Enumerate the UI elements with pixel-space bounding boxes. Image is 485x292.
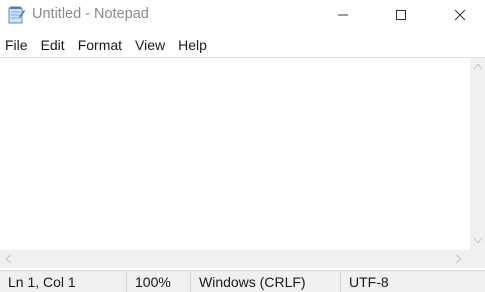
minimize-button[interactable]	[320, 0, 366, 30]
menu-view[interactable]: View	[130, 37, 165, 53]
text-editor[interactable]	[0, 58, 470, 250]
cursor-position: Ln 1, Col 1	[8, 274, 76, 290]
scroll-left-icon[interactable]	[2, 253, 14, 265]
close-icon	[454, 9, 466, 21]
status-bar: Ln 1, Col 1 100% Windows (CRLF) UTF-8	[0, 270, 485, 292]
notepad-icon	[8, 6, 25, 24]
menu-edit[interactable]: Edit	[36, 37, 65, 53]
maximize-icon	[396, 10, 406, 20]
zoom-level: 100%	[126, 271, 190, 292]
menu-format[interactable]: Format	[73, 37, 122, 53]
horizontal-scrollbar[interactable]	[0, 250, 470, 268]
scroll-right-icon[interactable]	[452, 253, 464, 265]
editor-area	[0, 57, 485, 269]
scroll-up-icon[interactable]	[470, 60, 485, 72]
window-title: Untitled - Notepad	[32, 6, 149, 22]
close-button[interactable]	[437, 0, 483, 30]
scrollbar-corner	[470, 250, 485, 268]
menu-file[interactable]: File	[0, 37, 28, 53]
line-ending: Windows (CRLF)	[190, 271, 340, 292]
menu-help[interactable]: Help	[173, 37, 207, 53]
menu-bar: File Edit Format View Help	[0, 34, 485, 56]
vertical-scrollbar[interactable]	[470, 58, 485, 250]
maximize-button[interactable]	[378, 0, 424, 30]
minimize-icon	[338, 14, 348, 16]
title-bar: Untitled - Notepad	[0, 0, 485, 32]
scroll-down-icon[interactable]	[470, 234, 485, 246]
encoding: UTF-8	[340, 271, 485, 292]
